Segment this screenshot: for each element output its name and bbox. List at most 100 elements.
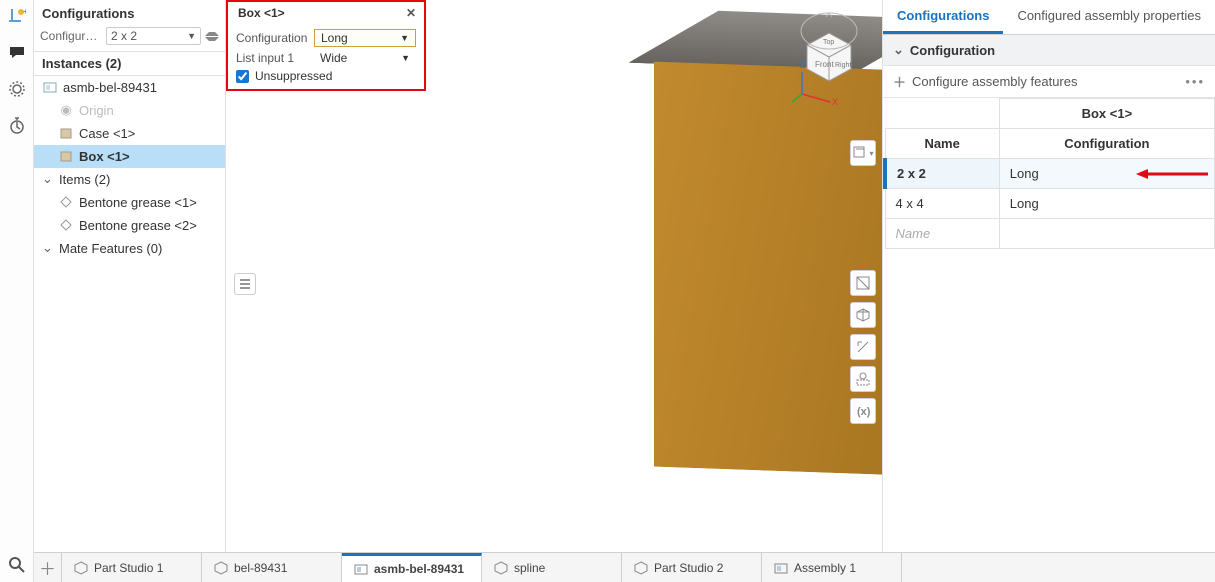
popup-list-value: Wide	[320, 51, 347, 65]
tree-bentone-1[interactable]: Bentone grease <1>	[34, 191, 225, 214]
config-down-button[interactable]	[205, 37, 219, 41]
close-icon[interactable]: ✕	[406, 6, 416, 20]
config-row[interactable]: 4 x 4 Long	[885, 189, 1215, 219]
configuration-section-label: Configuration	[910, 43, 995, 58]
popup-title: Box <1>	[238, 6, 285, 20]
tab-label: Part Studio 2	[654, 561, 723, 575]
chevron-down-icon: ▼	[187, 31, 196, 41]
part-studio-icon	[494, 561, 508, 575]
part-studio-icon	[634, 561, 648, 575]
tree-bentone-2[interactable]: Bentone grease <2>	[34, 214, 225, 237]
bottom-tab-spline[interactable]: spline	[482, 553, 622, 582]
tree-label: asmb-bel-89431	[63, 80, 157, 95]
instance-config-popup: Box <1> ✕ Configuration Long ▼ List inpu…	[226, 0, 426, 91]
tree-mate-features[interactable]: ⌄ Mate Features (0)	[34, 237, 225, 260]
configuration-table: Box <1> NameConfiguration 2 x 2 Long 4 x…	[883, 98, 1215, 249]
cube-front-label: Front	[815, 60, 834, 69]
tree-origin[interactable]: ◉ Origin	[34, 99, 225, 122]
cell-new-name[interactable]: Name	[885, 219, 999, 249]
assembly-icon	[42, 79, 58, 95]
comments-icon[interactable]	[6, 42, 28, 64]
svg-text:(x): (x)	[857, 406, 871, 418]
tree-label: Origin	[79, 103, 114, 118]
configuration-section-header[interactable]: ⌄ Configuration	[883, 35, 1215, 66]
tree-box[interactable]: Box <1>	[34, 145, 225, 168]
assembly-icon	[774, 561, 788, 575]
assembly-icon	[354, 562, 368, 576]
part-studio-icon	[74, 561, 88, 575]
viewmode-dropdown[interactable]: ▾	[850, 140, 876, 166]
popup-config-value: Long	[321, 31, 348, 45]
config-up-button[interactable]	[205, 32, 219, 36]
cell-name[interactable]: 2 x 2	[885, 159, 999, 189]
insert-part-icon[interactable]: +	[6, 6, 28, 28]
feature-icon	[58, 217, 74, 233]
collapse-icon[interactable]: ⌄	[42, 171, 54, 187]
gear-icon[interactable]	[6, 78, 28, 100]
th-name: Name	[885, 129, 999, 159]
tree-label: Box <1>	[79, 149, 130, 164]
th-cfg: Configuration	[999, 129, 1214, 159]
cell-cfg[interactable]: Long	[1010, 166, 1039, 181]
more-menu-icon[interactable]: •••	[1185, 74, 1205, 89]
tree-label: Items (2)	[59, 172, 110, 187]
bottom-tab-part-studio-1[interactable]: Part Studio 1	[62, 553, 202, 582]
tree-label: Bentone grease <2>	[79, 218, 197, 233]
view-cube[interactable]: Front Top Right X Z	[792, 6, 867, 106]
svg-text:Z: Z	[800, 60, 806, 70]
tab-label: bel-89431	[234, 561, 287, 575]
isometric-icon[interactable]	[850, 302, 876, 328]
collapse-icon[interactable]: ⌄	[42, 240, 54, 256]
tab-label: spline	[514, 561, 545, 575]
cell-new-cfg[interactable]	[999, 219, 1214, 249]
search-icon[interactable]	[6, 554, 28, 576]
configuration-select-value: 2 x 2	[111, 29, 137, 43]
annotation-arrow-icon	[1136, 167, 1208, 181]
bottom-tab-part-studio-2[interactable]: Part Studio 2	[622, 553, 762, 582]
cell-cfg[interactable]: Long	[999, 189, 1214, 219]
bottom-tab-asmb-bel[interactable]: asmb-bel-89431	[342, 553, 482, 582]
tab-label: Assembly 1	[794, 561, 856, 575]
bottom-tab-assembly-1[interactable]: Assembly 1	[762, 553, 902, 582]
configure-features-link[interactable]: Configure assembly features	[912, 74, 1077, 89]
plus-icon[interactable]: ＋	[893, 72, 906, 91]
stopwatch-icon[interactable]	[6, 114, 28, 136]
popup-config-select[interactable]: Long ▼	[314, 29, 416, 47]
tab-configured-properties[interactable]: Configured assembly properties	[1003, 0, 1215, 34]
cube-top-label: Top	[823, 39, 834, 46]
variables-icon[interactable]: (x)	[850, 398, 876, 424]
origin-icon: ◉	[58, 102, 74, 118]
chevron-down-icon: ▼	[400, 33, 409, 43]
configuration-select[interactable]: 2 x 2 ▼	[106, 27, 201, 45]
chevron-down-icon: ▼	[401, 53, 410, 63]
unsuppressed-label: Unsuppressed	[255, 69, 332, 83]
feature-list-icon[interactable]	[234, 273, 256, 295]
tree-label: Case <1>	[79, 126, 135, 141]
cell-name[interactable]: 4 x 4	[885, 189, 999, 219]
measure-icon[interactable]	[850, 334, 876, 360]
bottom-tab-bel[interactable]: bel-89431	[202, 553, 342, 582]
section-view-icon[interactable]	[850, 270, 876, 296]
chevron-down-icon: ⌄	[893, 42, 904, 58]
th-box: Box <1>	[999, 99, 1214, 129]
tree-case[interactable]: Case <1>	[34, 122, 225, 145]
tab-configurations[interactable]: Configurations	[883, 0, 1003, 34]
unsuppressed-checkbox[interactable]	[236, 70, 249, 83]
popup-config-label: Configuration	[236, 31, 308, 45]
feature-icon	[58, 194, 74, 210]
configurations-header: Configurations	[34, 0, 225, 25]
part-icon	[58, 148, 74, 164]
popup-list-select[interactable]: Wide ▼	[314, 50, 416, 66]
config-row-selected[interactable]: 2 x 2 Long	[885, 159, 1215, 189]
tree-items-folder[interactable]: ⌄ Items (2)	[34, 168, 225, 191]
config-row-new[interactable]: Name	[885, 219, 1215, 249]
mass-props-icon[interactable]	[850, 366, 876, 392]
tree-label: Bentone grease <1>	[79, 195, 197, 210]
cube-right-label: Right	[835, 62, 851, 69]
svg-text:X: X	[832, 97, 838, 106]
instances-header: Instances (2)	[34, 52, 225, 76]
tree-assembly-root[interactable]: asmb-bel-89431	[34, 76, 225, 99]
part-studio-icon	[214, 561, 228, 575]
configuration-row-label: Configurati…	[40, 29, 102, 43]
add-tab-button[interactable]: ＋	[34, 553, 62, 582]
